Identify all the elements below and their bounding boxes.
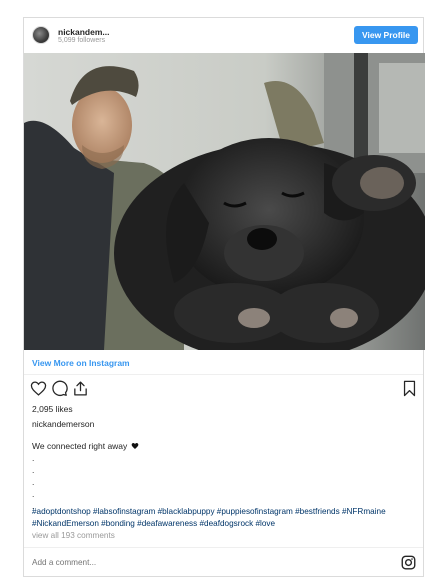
username[interactable]: nickandem... — [58, 27, 110, 37]
bookmark-icon[interactable] — [402, 380, 417, 397]
comment-footer — [24, 547, 423, 578]
puppy-photo-image — [24, 53, 425, 350]
caption-dot: . — [32, 453, 35, 463]
instagram-logo-icon[interactable] — [401, 555, 416, 570]
hashtags: #adoptdontshop #labsofinstagram #blackla… — [32, 506, 417, 530]
hashtags-line[interactable]: #adoptdontshop #labsofinstagram #blackla… — [32, 506, 417, 518]
post-photo[interactable] — [24, 53, 425, 350]
like-count[interactable]: 2,095 likes — [32, 404, 73, 414]
view-profile-button[interactable]: View Profile — [354, 26, 418, 44]
follower-count: 5,099 followers — [58, 37, 106, 44]
hashtags-line[interactable]: #NickandEmerson #bonding #deafawareness … — [32, 518, 417, 530]
action-bar — [30, 380, 89, 398]
share-upload-icon[interactable] — [72, 380, 89, 397]
post-header: nickandem... 5,099 followers View Profil… — [24, 18, 423, 52]
view-all-comments-link[interactable]: view all 193 comments — [32, 531, 115, 540]
caption-text: We connected right away — [32, 441, 128, 451]
black-heart-icon — [131, 443, 139, 449]
caption-dot: . — [32, 465, 35, 475]
post-author[interactable]: nickandemerson — [32, 419, 94, 429]
caption-dot: . — [32, 477, 35, 487]
avatar[interactable] — [32, 26, 50, 44]
view-more-on-instagram-link[interactable]: View More on Instagram — [24, 351, 423, 375]
caption-dots: . . . . . — [32, 452, 34, 512]
comment-bubble-icon[interactable] — [51, 380, 68, 397]
caption-dot: . — [32, 489, 35, 499]
add-comment-input[interactable] — [32, 558, 372, 567]
post-caption: We connected right away — [32, 441, 139, 451]
instagram-embed-card: nickandem... 5,099 followers View Profil… — [23, 17, 425, 578]
heart-outline-icon[interactable] — [30, 380, 47, 397]
